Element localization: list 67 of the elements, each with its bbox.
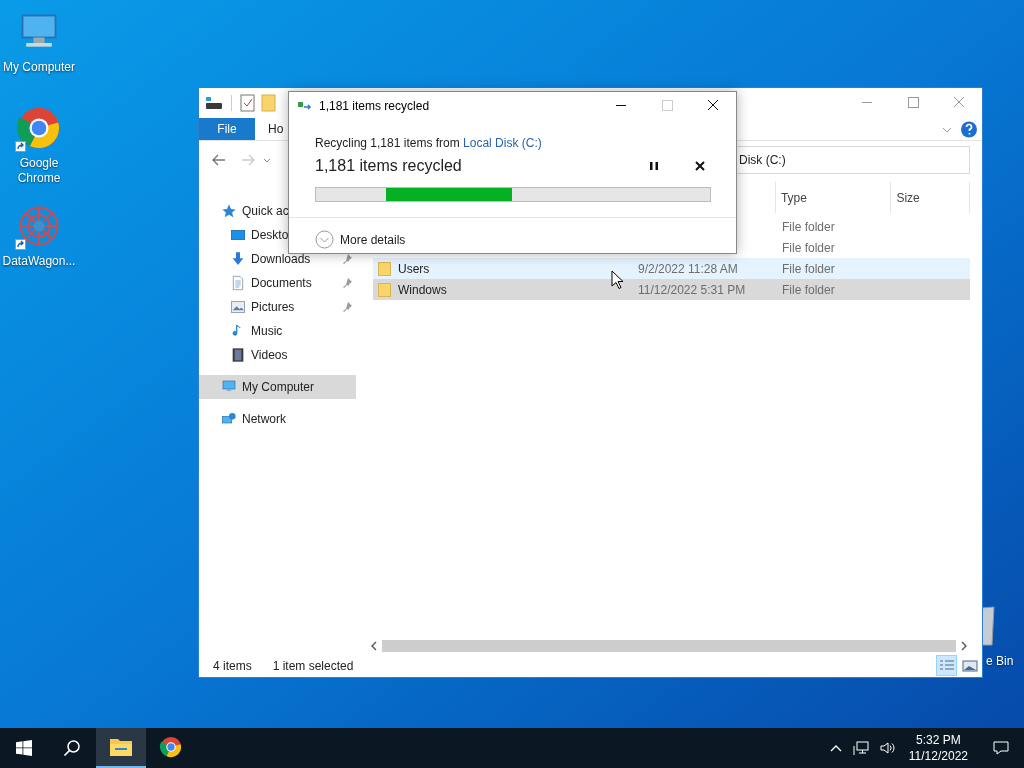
source-link[interactable]: Local Disk (C:) [463,136,542,150]
sidebar-item[interactable]: Videos [199,343,356,367]
chrome-icon [160,736,182,758]
shortcut-arrow-icon [15,239,26,250]
picture-icon [230,299,246,315]
list-icon [938,658,955,673]
file-row[interactable]: Windows 11/12/2022 5:31 PM File folder [373,279,970,300]
file-type: File folder [782,219,835,234]
network-icon[interactable] [852,740,869,756]
pause-icon[interactable] [647,159,661,173]
star-icon [221,203,237,219]
checklist-icon [240,94,256,112]
pin-icon [341,253,353,265]
expand-circle-icon [315,230,334,249]
sidebar-item[interactable]: My Computer [199,375,356,399]
desktop-icon [230,227,246,243]
taskbar-app-button[interactable] [96,728,146,768]
windows-logo-icon [16,740,32,756]
network-icon [221,411,237,427]
pin-icon [341,301,353,313]
recycle-transfer-icon [297,100,313,112]
picture-icon [961,658,978,673]
sidebar-item[interactable]: Music [199,319,356,343]
sidebar-item[interactable]: Downloads [199,247,356,271]
gear-pattern-icon [17,204,61,248]
cancel-icon[interactable] [693,159,707,173]
mouse-cursor-icon [611,270,624,290]
file-name: Users [398,260,430,278]
search-icon [63,739,81,757]
item-count: 4 items [213,657,252,675]
pin-icon [341,277,353,289]
shortcut-arrow-icon [15,141,26,152]
volume-icon[interactable] [878,740,895,756]
sidebar-item[interactable]: Quick ac [199,199,356,223]
folder-icon [378,260,392,277]
progress-summary: Recycling 1,181 items from Local Disk (C:) [315,135,543,152]
selection-count: 1 item selected [272,657,354,675]
computer-icon [221,379,237,395]
scrollbar-thumb[interactable] [382,640,956,652]
drive-icon [205,95,223,111]
film-icon [230,347,246,363]
dialog-title: 1,181 items recycled [319,98,430,115]
sidebar-item[interactable]: Documents [199,271,356,295]
document-icon [230,275,246,291]
column-header[interactable]: Size [890,182,970,213]
download-arrow-icon [230,251,246,267]
sidebar-item[interactable]: Pictures [199,295,356,319]
date-modified: 9/2/2022 11:28 AM [638,261,738,276]
date-modified: 11/12/2022 5:31 PM [638,282,746,297]
more-details-button[interactable]: More details [315,230,736,249]
folder-icon [109,736,133,758]
file-row[interactable]: Users 9/2/2022 11:28 AM File folder [373,258,970,279]
clock[interactable]: 5:32 PM 11/12/2022 [904,732,972,764]
progress-heading: 1,181 items recycled [315,156,463,176]
file-name: Windows [398,281,447,299]
desktop-icon-label[interactable]: DataWagon... [1,254,77,269]
ribbon-tab[interactable]: Ho [255,118,297,140]
sidebar-item[interactable]: Network [199,407,356,431]
folder-icon [378,281,392,298]
column-header[interactable]: Type [774,182,891,213]
chrome-icon [17,106,61,150]
notification-icon[interactable] [992,739,1010,757]
folder-icon [261,94,277,112]
file-type: File folder [782,261,835,276]
recycle-bin-label: e Bin [986,653,1014,670]
file-type: File folder [782,282,835,297]
file-tab[interactable]: File [199,118,255,140]
